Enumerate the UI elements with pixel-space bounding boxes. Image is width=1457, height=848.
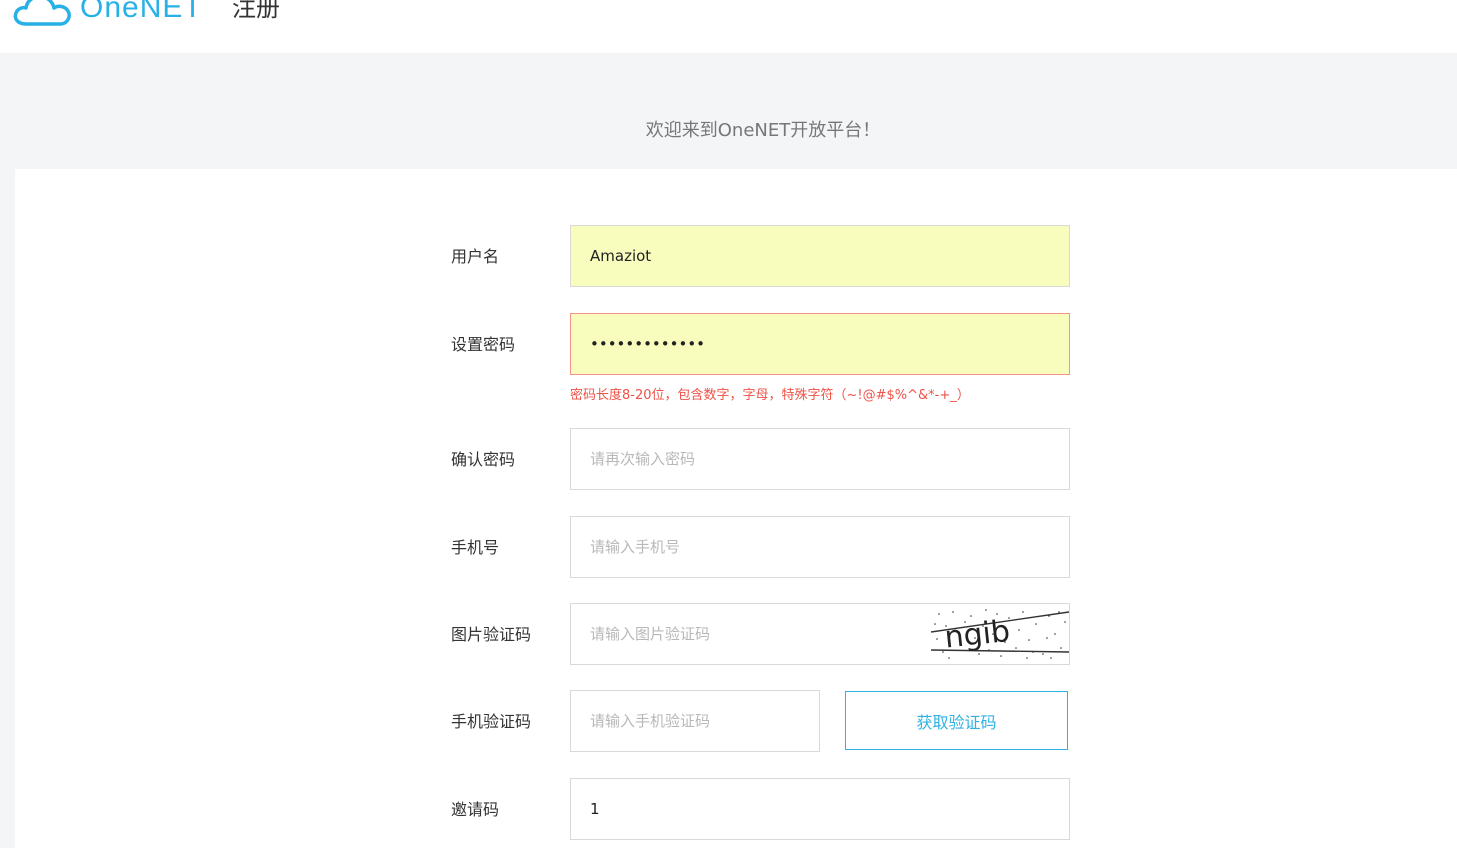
welcome-message: 欢迎来到OneNET开放平台！ (645, 120, 881, 141)
password-input[interactable] (571, 314, 1069, 374)
password-field (570, 313, 1070, 375)
password-label: 设置密码 (451, 335, 516, 354)
captcha-noise-graphic: ngib (930, 609, 1070, 659)
sms-code-field (570, 690, 820, 752)
image-captcha-input[interactable] (571, 604, 931, 664)
username-label: 用户名 (451, 247, 500, 266)
confirm-password-label: 确认密码 (451, 450, 516, 469)
username-input[interactable] (571, 226, 1069, 286)
confirm-password-field (570, 428, 1070, 490)
phone-label: 手机号 (451, 538, 500, 557)
image-captcha-field: ngib (570, 603, 1070, 665)
invite-code-input[interactable] (571, 779, 1069, 839)
cloud-icon (13, 0, 71, 26)
captcha-image[interactable]: ngib (930, 604, 1070, 664)
invite-code-field (570, 778, 1070, 840)
password-error-text: 密码长度8-20位，包含数字，字母，特殊字符（~!@#$%^&*-+_） (570, 388, 970, 403)
username-field (570, 225, 1070, 287)
sms-code-label: 手机验证码 (451, 712, 532, 731)
logo-text: OneNET (80, 0, 203, 24)
top-header: OneNET 注册 (0, 0, 1457, 53)
onenet-logo[interactable]: OneNET (12, 0, 203, 30)
get-sms-code-button[interactable]: 获取验证码 (845, 691, 1068, 750)
confirm-password-input[interactable] (571, 429, 1069, 489)
phone-input[interactable] (571, 517, 1069, 577)
sms-code-input[interactable] (571, 691, 819, 751)
phone-field (570, 516, 1070, 578)
invite-code-label: 邀请码 (451, 800, 500, 819)
image-captcha-label: 图片验证码 (451, 625, 532, 644)
captcha-text: ngib (943, 614, 1012, 656)
page-title: 注册 (232, 0, 280, 22)
